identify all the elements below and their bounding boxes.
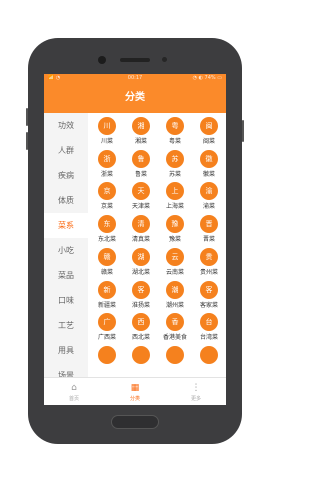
cuisine-badge-icon: 贵	[200, 247, 218, 266]
sidebar-item-renqun[interactable]: 人群	[44, 138, 88, 163]
tab-category-label: 分类	[129, 396, 140, 402]
cuisine-badge-icon	[166, 345, 184, 364]
tab-category[interactable]: ▦ 分类	[105, 378, 165, 405]
sidebar-item-caixi[interactable]: 菜系	[44, 213, 88, 238]
sidebar-item-yongju[interactable]: 用具	[44, 338, 88, 363]
sidebar-item-caipin[interactable]: 菜品	[44, 263, 88, 288]
proximity-sensor	[162, 57, 167, 62]
battery-indicator: ◔ ◐ 74% ▭	[192, 75, 222, 81]
home-icon: ⌂	[71, 383, 77, 393]
cuisine-badge-icon: 豫	[166, 215, 184, 234]
category-icon: ▦	[130, 383, 140, 393]
category-sidebar: 功效 人群 疾病 体质 菜系 小吃 菜品 口味 工艺 用具 场景	[44, 113, 88, 377]
front-camera	[98, 56, 106, 64]
cuisine-badge-icon: 徽	[200, 149, 218, 168]
cuisine-badge-icon	[98, 345, 116, 364]
cuisine-badge-icon: 天	[132, 182, 150, 201]
cuisine-badge-icon: 上	[166, 182, 184, 201]
status-bar: 📶 ◔ 00:17 ◔ ◐ 74% ▭	[44, 74, 226, 83]
sidebar-item-jibing[interactable]: 疾病	[44, 163, 88, 188]
sidebar-item-kouwei[interactable]: 口味	[44, 288, 88, 313]
more-icon: ⋮	[191, 383, 201, 393]
cuisine-badge-icon: 晋	[200, 215, 218, 234]
cuisine-badge-icon: 湖	[132, 247, 150, 266]
page-title: 分类	[44, 83, 226, 113]
power-button[interactable]	[242, 120, 244, 142]
sidebar-item-xiaochi[interactable]: 小吃	[44, 238, 88, 263]
cuisine-badge-icon: 粤	[166, 117, 184, 135]
earpiece-speaker	[120, 58, 150, 62]
volume-down-button[interactable]	[26, 132, 28, 150]
cuisine-name: 贵州菜	[199, 268, 218, 276]
tab-more-label: 更多	[190, 396, 201, 402]
tab-home[interactable]: ⌂ 首页	[44, 378, 104, 405]
cuisine-badge-icon: 西	[132, 313, 150, 332]
cuisine-name: 台湾菜	[199, 334, 218, 342]
cuisine-name: 晋菜	[202, 236, 215, 244]
cuisine-badge-icon: 东	[98, 215, 116, 234]
sidebar-item-changjing[interactable]: 场景	[44, 363, 88, 377]
tab-more[interactable]: ⋮ 更多	[166, 378, 226, 405]
cuisine-badge-icon: 京	[98, 182, 116, 201]
cuisine-badge-icon: 台	[200, 313, 218, 332]
cuisine-badge-icon: 渝	[200, 182, 218, 201]
cuisine-badge-icon: 鲁	[132, 149, 150, 168]
cuisine-name: 徽菜	[202, 170, 215, 178]
cuisine-badge-icon: 苏	[166, 149, 184, 168]
cuisine-item[interactable]	[158, 342, 192, 377]
cuisine-badge-icon: 新	[98, 280, 116, 299]
cuisine-badge-icon: 香	[166, 313, 184, 332]
cuisine-badge-icon	[132, 345, 150, 364]
tab-home-label: 首页	[68, 396, 79, 402]
sidebar-item-gongyi[interactable]: 工艺	[44, 313, 88, 338]
cuisine-badge-icon: 赣	[98, 247, 116, 266]
volume-up-button[interactable]	[26, 108, 28, 126]
cuisine-item[interactable]	[192, 342, 226, 377]
cuisine-badge-icon: 清	[132, 215, 150, 234]
cuisine-grid: 川川菜湘湘菜粤粤菜闽闽菜浙浙菜鲁鲁菜苏苏菜徽徽菜京京菜天天津菜上上海菜渝渝菜东东…	[88, 113, 226, 377]
cuisine-name: 客家菜	[199, 301, 218, 309]
cuisine-badge-icon: 浙	[98, 149, 116, 168]
cuisine-badge-icon: 客	[132, 280, 150, 299]
cuisine-name: 渝菜	[202, 203, 215, 211]
sidebar-item-gongxiao[interactable]: 功效	[44, 113, 88, 138]
cuisine-badge-icon: 湘	[132, 117, 150, 135]
cuisine-badge-icon: 川	[98, 117, 116, 135]
sidebar-item-tizhi[interactable]: 体质	[44, 188, 88, 213]
cuisine-item[interactable]	[124, 342, 158, 377]
cuisine-badge-icon: 闽	[200, 117, 218, 135]
cuisine-badge-icon: 云	[166, 247, 184, 266]
bottom-tab-bar: ⌂ 首页 ▦ 分类 ⋮ 更多	[44, 377, 226, 405]
cuisine-badge-icon: 客	[200, 280, 218, 299]
cuisine-badge-icon	[200, 345, 218, 364]
home-button[interactable]	[111, 415, 159, 429]
cuisine-badge-icon: 潮	[166, 280, 184, 299]
cuisine-name: 闽菜	[202, 138, 215, 145]
cuisine-badge-icon: 广	[98, 313, 116, 332]
cuisine-item[interactable]	[90, 342, 124, 377]
app-screen: 📶 ◔ 00:17 ◔ ◐ 74% ▭ 分类 功效 人群 疾病 体质 菜系 小吃…	[44, 74, 226, 405]
